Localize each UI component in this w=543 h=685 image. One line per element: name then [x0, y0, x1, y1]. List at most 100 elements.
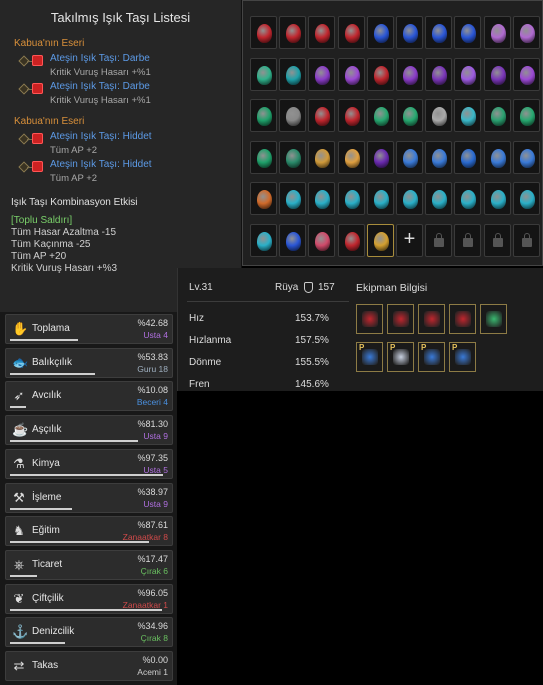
crystal-slot[interactable]	[454, 140, 482, 174]
equipment-slot[interactable]	[449, 304, 476, 334]
crystal-slot[interactable]	[483, 99, 511, 132]
crystal-slot[interactable]	[512, 16, 540, 49]
crystal-slot[interactable]	[512, 99, 540, 132]
crystal-slot[interactable]	[512, 57, 540, 91]
crystal-slot[interactable]	[396, 16, 423, 49]
crystal-item[interactable]: Ateşin Işık Taşı: Darbe Kritik Vuruş Has…	[0, 80, 241, 108]
life-skill-row[interactable]: ♞ Eğitim %87.61 Zanaatkar 8	[5, 516, 173, 547]
crystal-slot[interactable]	[366, 140, 394, 174]
crystal-slot[interactable]	[308, 57, 336, 91]
equipment-icon	[362, 349, 378, 365]
crystal-icon	[490, 107, 506, 126]
crystal-slot[interactable]	[425, 57, 453, 91]
crystal-slot[interactable]	[250, 223, 277, 257]
locked-slot	[512, 223, 540, 257]
crystal-slot[interactable]	[308, 140, 336, 174]
crystal-slot[interactable]	[337, 223, 365, 257]
crystal-slot[interactable]	[279, 57, 307, 91]
equipment-slot[interactable]: P	[387, 342, 414, 372]
crystal-slot[interactable]	[512, 140, 540, 174]
equipment-icon	[424, 311, 440, 327]
crystal-slot[interactable]	[337, 140, 365, 174]
crystal-slot[interactable]	[396, 140, 423, 174]
crystal-slot[interactable]	[483, 16, 511, 49]
life-skill-row[interactable]: ❦ Çiftçilik %96.05 Zanaatkar 1	[5, 583, 173, 614]
crystal-item[interactable]: Ateşin Işık Taşı: Hiddet Tüm AP +2	[0, 158, 241, 186]
life-skill-row[interactable]: ⎈ Ticaret %17.47 Çırak 6	[5, 549, 173, 580]
crystal-slot[interactable]	[279, 182, 307, 215]
crystal-slot[interactable]	[250, 16, 277, 49]
life-skill-percent: %34.96	[137, 621, 168, 632]
crystal-slot[interactable]	[512, 182, 540, 215]
crystal-slot[interactable]	[396, 182, 423, 215]
crystal-icon	[519, 65, 535, 85]
crystal-slot[interactable]	[454, 16, 482, 49]
crystal-slot[interactable]	[308, 99, 336, 132]
crystal-icon	[403, 107, 418, 126]
crystal-slot[interactable]	[337, 182, 365, 215]
crystal-item[interactable]: Ateşin Işık Taşı: Darbe Kritik Vuruş Has…	[0, 52, 241, 80]
crystal-name: Ateşin Işık Taşı: Darbe	[50, 81, 150, 92]
equipment-slot[interactable]	[418, 304, 445, 334]
crystal-inventory-grid: +	[242, 0, 543, 266]
crystal-icon	[490, 190, 506, 209]
crystal-slot[interactable]	[454, 99, 482, 132]
crystal-slot[interactable]	[366, 223, 394, 257]
equipment-slot[interactable]	[387, 304, 414, 334]
crystal-slot[interactable]	[425, 16, 453, 49]
crystal-slot[interactable]	[454, 57, 482, 91]
crystal-item[interactable]: Ateşin Işık Taşı: Hiddet Tüm AP +2	[0, 130, 241, 158]
equipment-slot[interactable]	[480, 304, 507, 334]
equipment-slot[interactable]: P	[356, 342, 383, 372]
crystal-slot[interactable]	[483, 182, 511, 215]
life-skill-row[interactable]: ☕ Aşçılık %81.30 Usta 9	[5, 415, 173, 446]
crystal-slot[interactable]	[425, 140, 453, 174]
crystal-slot[interactable]	[250, 99, 277, 132]
crystal-slot[interactable]	[337, 99, 365, 132]
crystal-slot[interactable]	[250, 182, 277, 215]
crystal-slot[interactable]	[366, 99, 394, 132]
crystal-slot[interactable]	[250, 140, 277, 174]
crystal-icon	[344, 190, 360, 209]
crystal-slot[interactable]	[308, 182, 336, 215]
crystal-slot[interactable]	[279, 140, 307, 174]
crystal-slot[interactable]	[308, 223, 336, 257]
crystal-slot[interactable]	[366, 182, 394, 215]
crystal-slot[interactable]	[279, 223, 307, 257]
life-skill-row[interactable]: ⇄ Takas %0.00 Acemi 1	[5, 651, 173, 681]
crystal-slot[interactable]	[337, 16, 365, 49]
crystal-icon	[461, 190, 477, 209]
crystal-slot[interactable]	[250, 57, 277, 91]
crystal-slot[interactable]	[483, 140, 511, 174]
life-skill-row[interactable]: ⚓ Denizcilik %34.96 Çırak 8	[5, 617, 173, 648]
crystal-icon	[373, 231, 389, 251]
life-skill-row[interactable]: ⚒ İşleme %38.97 Usta 9	[5, 482, 173, 513]
life-skill-progress-bar	[10, 541, 150, 544]
equipment-slot[interactable]	[356, 304, 383, 334]
crystal-slot[interactable]	[308, 16, 336, 49]
crystal-slot[interactable]	[366, 57, 394, 91]
life-skill-row[interactable]: ⚗ Kimya %97.35 Usta 5	[5, 448, 173, 479]
crystal-slot[interactable]	[396, 99, 423, 132]
crystal-slot[interactable]	[337, 57, 365, 91]
crystal-slot[interactable]	[425, 99, 453, 132]
crystal-slot[interactable]	[396, 57, 423, 91]
life-skill-level: Acemi 1	[137, 667, 168, 677]
crystal-slot[interactable]	[366, 16, 394, 49]
life-skill-row[interactable]: 🐟 Balıkçılık %53.83 Guru 18	[5, 347, 173, 378]
equipment-slot[interactable]: P	[418, 342, 445, 372]
crystal-slot[interactable]	[279, 99, 307, 132]
crystal-slot[interactable]	[425, 182, 453, 215]
life-skill-percent: %17.47	[137, 553, 168, 564]
equipment-slot[interactable]: P	[449, 342, 476, 372]
equipment-icon	[455, 349, 471, 365]
life-skill-row[interactable]: ✋ Toplama %42.68 Usta 4	[5, 314, 173, 344]
crystal-slot[interactable]	[454, 182, 482, 215]
crystal-icon	[344, 65, 360, 85]
add-slot-button[interactable]: +	[396, 223, 423, 257]
life-skill-row[interactable]: ➶ Avcılık %10.08 Beceri 4	[5, 381, 173, 412]
crystal-slot[interactable]	[483, 57, 511, 91]
crystal-icon	[315, 190, 331, 209]
lock-icon	[492, 232, 503, 247]
crystal-slot[interactable]	[279, 16, 307, 49]
